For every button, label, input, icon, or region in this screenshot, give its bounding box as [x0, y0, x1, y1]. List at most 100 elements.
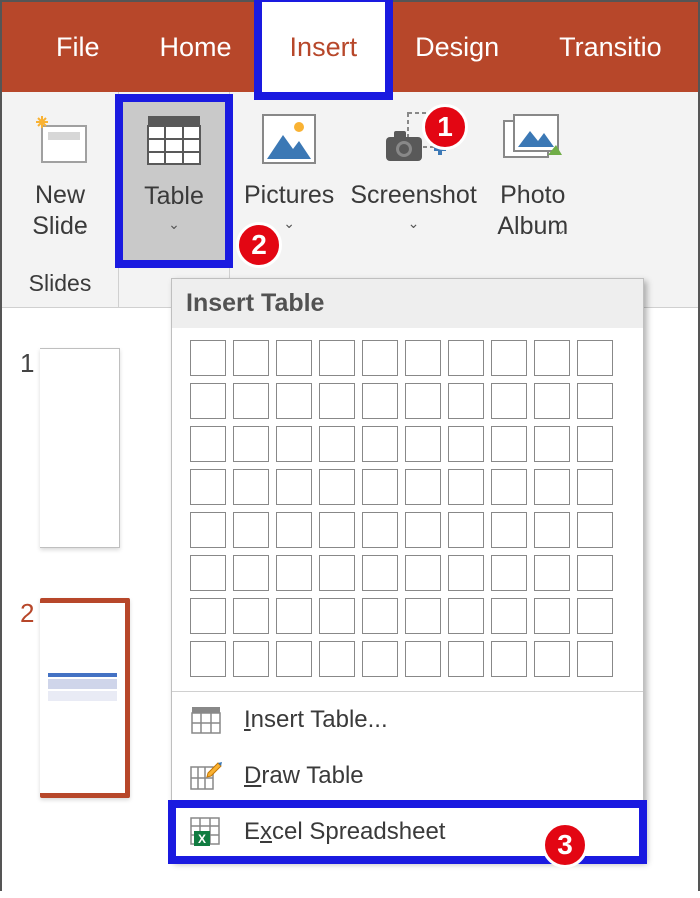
grid-cell[interactable] [233, 641, 269, 677]
grid-cell[interactable] [405, 469, 441, 505]
grid-cell[interactable] [448, 641, 484, 677]
grid-cell[interactable] [362, 598, 398, 634]
grid-cell[interactable] [577, 641, 613, 677]
thumb-row-2[interactable]: 2 [20, 598, 154, 798]
grid-cell[interactable] [405, 598, 441, 634]
grid-cell[interactable] [448, 340, 484, 376]
grid-cell[interactable] [534, 426, 570, 462]
new-slide-button[interactable]: New Slide ⌄ [12, 98, 108, 264]
slide-thumbnail-selected[interactable] [40, 598, 130, 798]
grid-cell[interactable] [276, 340, 312, 376]
grid-cell[interactable] [233, 426, 269, 462]
table-icon [188, 702, 224, 738]
grid-cell[interactable] [405, 340, 441, 376]
grid-cell[interactable] [276, 426, 312, 462]
table-size-grid[interactable] [190, 340, 625, 677]
grid-cell[interactable] [233, 598, 269, 634]
grid-cell[interactable] [448, 555, 484, 591]
grid-cell[interactable] [190, 383, 226, 419]
grid-cell[interactable] [362, 555, 398, 591]
grid-cell[interactable] [448, 512, 484, 548]
table-button[interactable]: Table ⌄ [119, 98, 229, 264]
grid-cell[interactable] [233, 512, 269, 548]
grid-cell[interactable] [190, 555, 226, 591]
grid-cell[interactable] [190, 340, 226, 376]
grid-cell[interactable] [362, 469, 398, 505]
tab-home[interactable]: Home [130, 2, 262, 92]
grid-cell[interactable] [190, 598, 226, 634]
grid-cell[interactable] [233, 340, 269, 376]
grid-cell[interactable] [319, 641, 355, 677]
grid-cell[interactable] [448, 469, 484, 505]
group-images: Pictures ⌄ Screenshot ⌄ [230, 92, 591, 307]
grid-cell[interactable] [405, 383, 441, 419]
grid-cell[interactable] [577, 383, 613, 419]
grid-cell[interactable] [276, 383, 312, 419]
grid-cell[interactable] [534, 555, 570, 591]
grid-cell[interactable] [448, 598, 484, 634]
grid-cell[interactable] [233, 383, 269, 419]
grid-cell[interactable] [319, 512, 355, 548]
grid-cell[interactable] [577, 426, 613, 462]
grid-cell[interactable] [362, 340, 398, 376]
grid-cell[interactable] [405, 512, 441, 548]
pictures-icon [249, 104, 329, 174]
grid-cell[interactable] [448, 383, 484, 419]
thumb-row-1[interactable]: 1 [20, 348, 154, 548]
tab-insert[interactable]: Insert [262, 2, 386, 92]
grid-cell[interactable] [405, 555, 441, 591]
grid-cell[interactable] [190, 426, 226, 462]
photo-album-button[interactable]: Photo Album ⌄ [485, 98, 581, 264]
grid-cell[interactable] [319, 426, 355, 462]
grid-cell[interactable] [534, 383, 570, 419]
chevron-down-icon: ⌄ [168, 216, 180, 233]
grid-cell[interactable] [190, 469, 226, 505]
grid-cell[interactable] [491, 383, 527, 419]
grid-cell[interactable] [362, 641, 398, 677]
grid-cell[interactable] [534, 598, 570, 634]
grid-cell[interactable] [362, 512, 398, 548]
grid-cell[interactable] [491, 641, 527, 677]
grid-cell[interactable] [534, 512, 570, 548]
slide-thumbnail[interactable] [40, 348, 120, 548]
grid-cell[interactable] [534, 641, 570, 677]
grid-cell[interactable] [190, 512, 226, 548]
grid-cell[interactable] [233, 555, 269, 591]
grid-cell[interactable] [491, 426, 527, 462]
grid-cell[interactable] [233, 469, 269, 505]
excel-icon: X [188, 814, 224, 850]
grid-cell[interactable] [491, 469, 527, 505]
grid-cell[interactable] [491, 598, 527, 634]
draw-table-menu-item[interactable]: Draw Table [172, 748, 643, 804]
insert-table-menu-item[interactable]: Insert Table... [172, 692, 643, 748]
grid-cell[interactable] [577, 555, 613, 591]
grid-cell[interactable] [577, 469, 613, 505]
grid-cell[interactable] [491, 512, 527, 548]
tab-design[interactable]: Design [385, 2, 529, 92]
grid-cell[interactable] [405, 641, 441, 677]
grid-cell[interactable] [276, 598, 312, 634]
tab-transitions[interactable]: Transitio [529, 2, 692, 92]
grid-cell[interactable] [276, 641, 312, 677]
grid-cell[interactable] [319, 555, 355, 591]
grid-cell[interactable] [319, 469, 355, 505]
grid-cell[interactable] [190, 641, 226, 677]
grid-cell[interactable] [405, 426, 441, 462]
grid-cell[interactable] [448, 426, 484, 462]
tab-file[interactable]: File [26, 2, 130, 92]
grid-cell[interactable] [577, 598, 613, 634]
grid-cell[interactable] [491, 340, 527, 376]
grid-cell[interactable] [319, 340, 355, 376]
grid-cell[interactable] [276, 555, 312, 591]
grid-cell[interactable] [577, 512, 613, 548]
grid-cell[interactable] [319, 383, 355, 419]
grid-cell[interactable] [362, 426, 398, 462]
grid-cell[interactable] [362, 383, 398, 419]
grid-cell[interactable] [319, 598, 355, 634]
grid-cell[interactable] [491, 555, 527, 591]
grid-cell[interactable] [276, 469, 312, 505]
grid-cell[interactable] [534, 469, 570, 505]
grid-cell[interactable] [534, 340, 570, 376]
grid-cell[interactable] [276, 512, 312, 548]
grid-cell[interactable] [577, 340, 613, 376]
